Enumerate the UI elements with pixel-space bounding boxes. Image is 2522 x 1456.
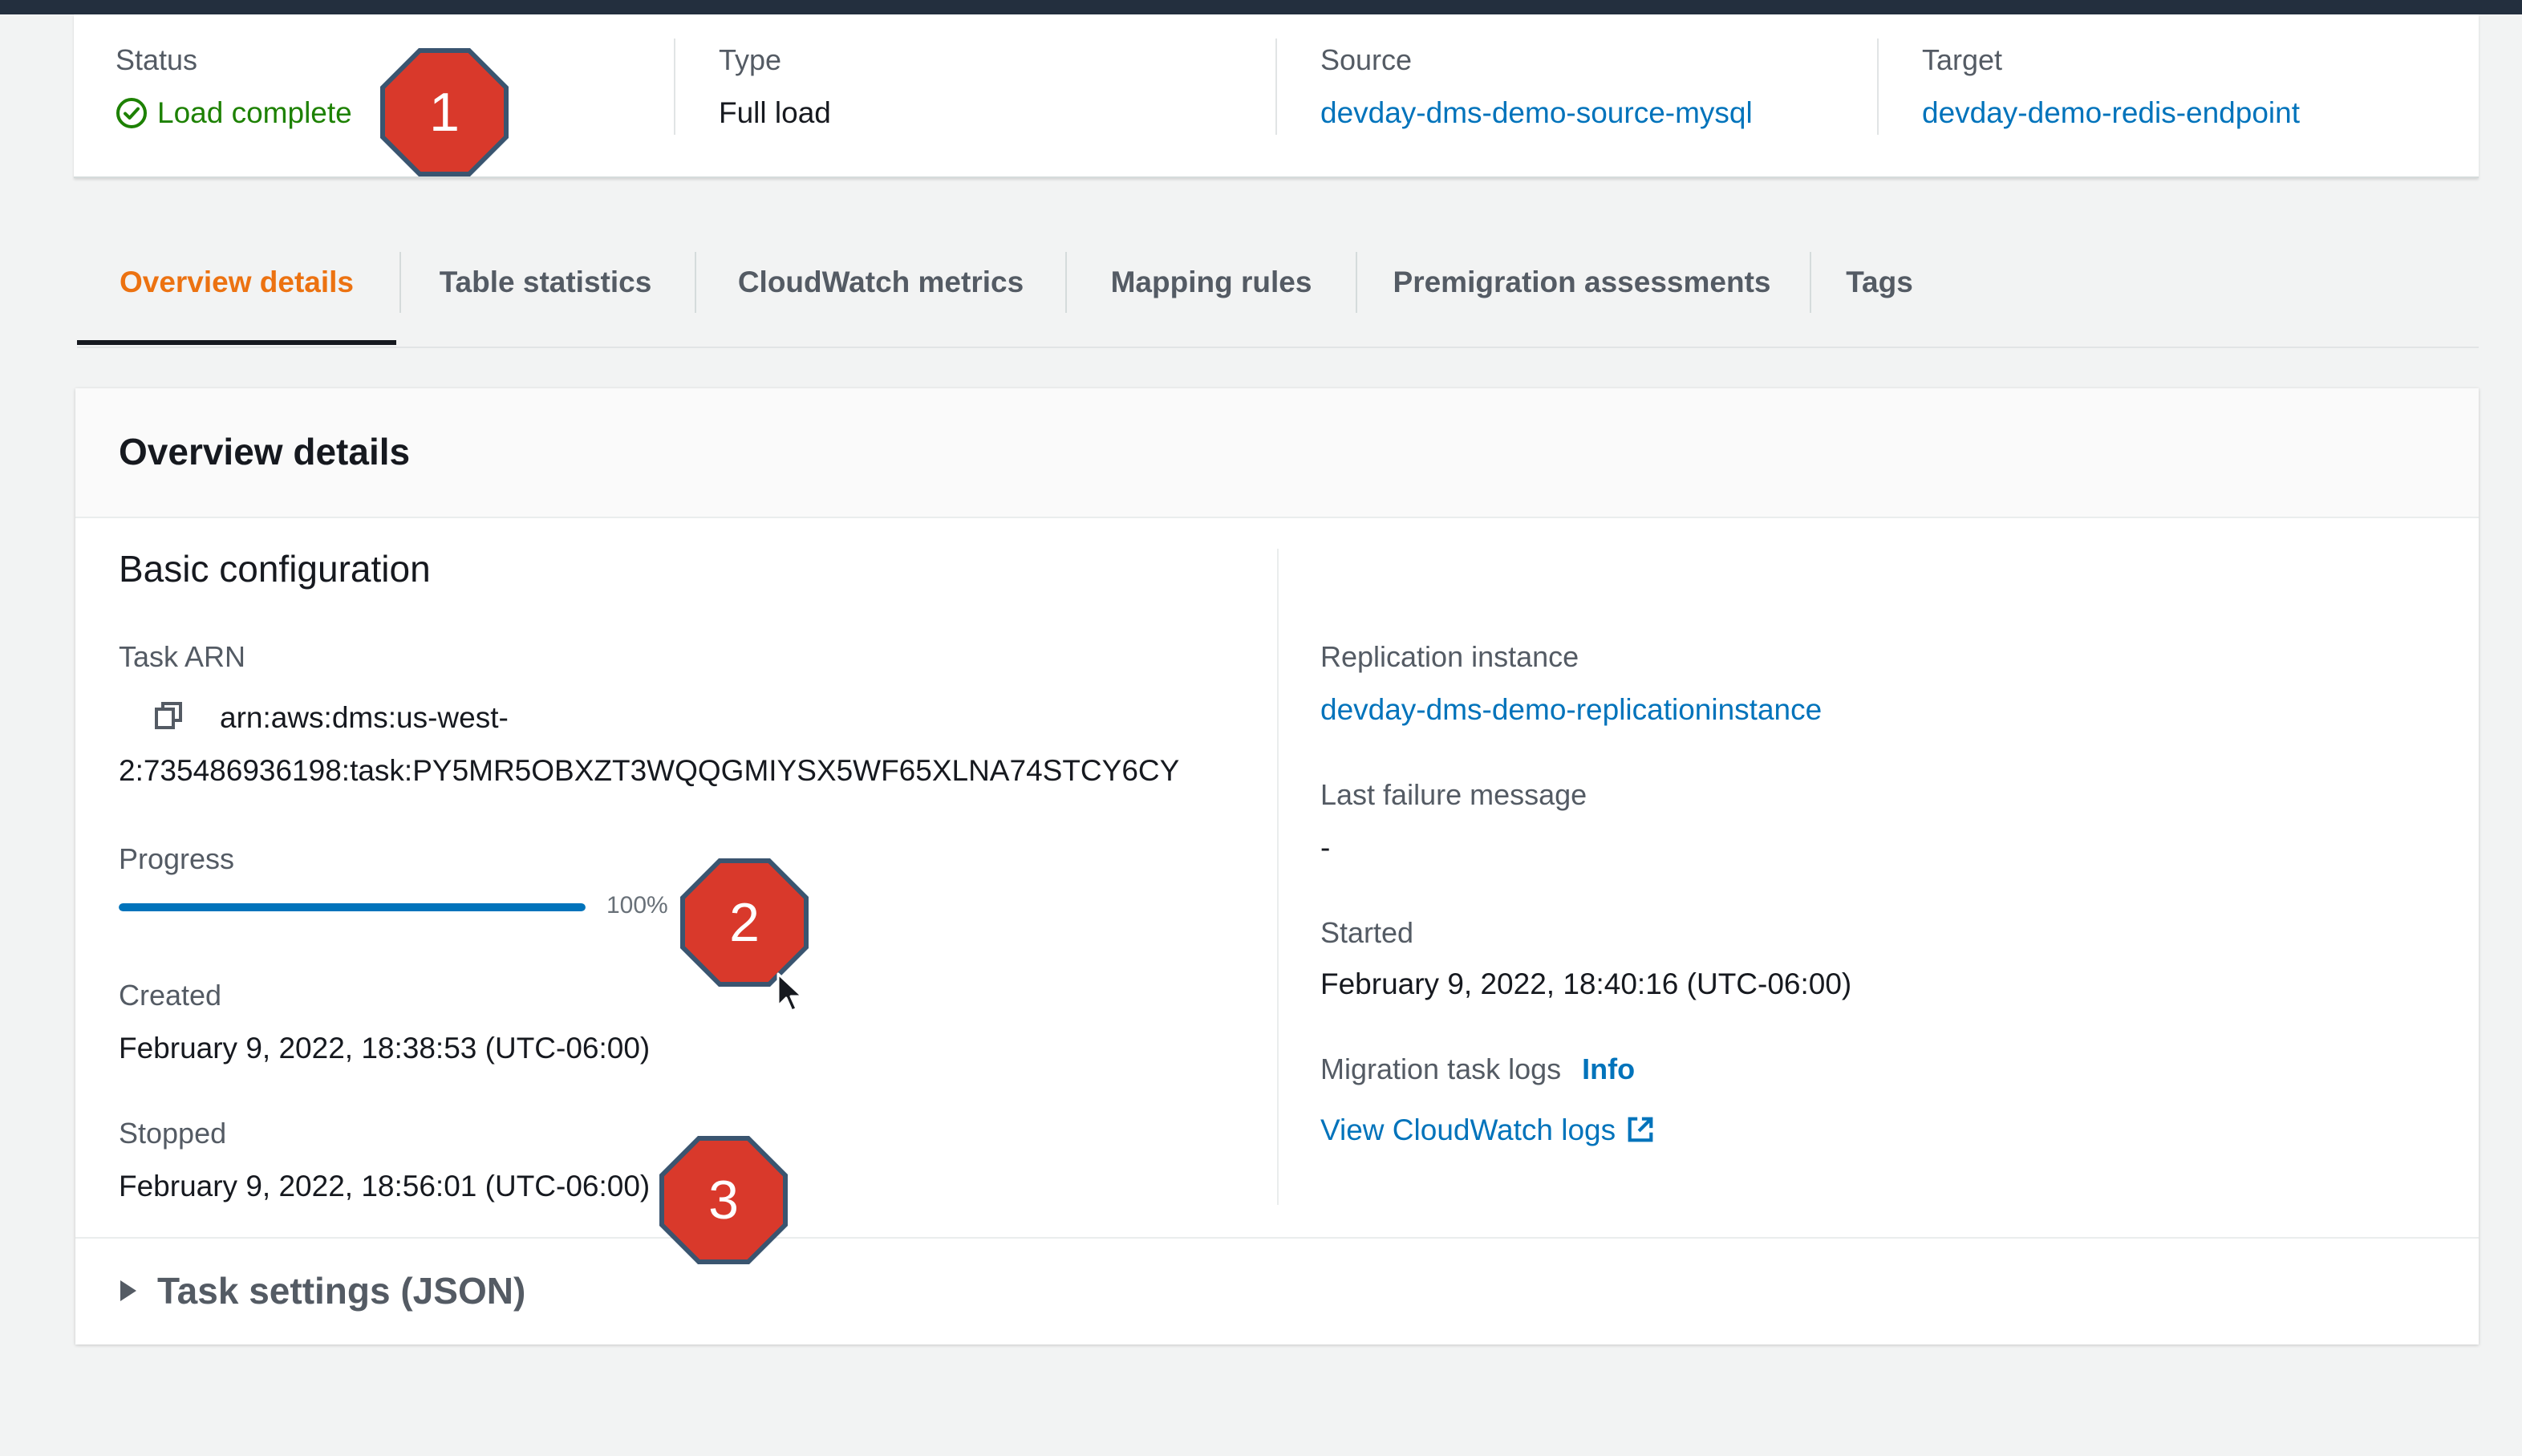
- external-link-icon: [1628, 1117, 1653, 1142]
- progress-percent: 100%: [606, 892, 668, 919]
- task-arn-line1: arn:aws:dms:us-west-: [220, 701, 509, 734]
- status-label: Status: [116, 43, 198, 76]
- column-divider: [1277, 549, 1279, 1205]
- progress-bar-fill: [119, 903, 586, 911]
- basic-configuration-heading: Basic configuration: [119, 548, 431, 590]
- started-value: February 9, 2022, 18:40:16 (UTC-06:00): [1320, 967, 1852, 1000]
- info-link[interactable]: Info: [1582, 1052, 1635, 1085]
- view-cloudwatch-logs-link[interactable]: View CloudWatch logs: [1320, 1113, 1656, 1147]
- source-label: Source: [1320, 43, 1413, 76]
- type-value: Full load: [719, 96, 831, 129]
- overview-panel: Overview details Basic configuration Tas…: [75, 388, 2479, 1344]
- callout-number: 3: [708, 1170, 739, 1231]
- task-settings-expander[interactable]: Task settings (JSON): [75, 1237, 2479, 1346]
- task-arn-label: Task ARN: [119, 640, 246, 673]
- divider: [1877, 39, 1879, 135]
- progress-label: Progress: [119, 842, 235, 875]
- created-label: Created: [119, 979, 222, 1012]
- caret-right-icon: [120, 1280, 136, 1301]
- divider: [674, 39, 675, 135]
- target-link[interactable]: devday-demo-redis-endpoint: [1922, 96, 2300, 130]
- tab-bar: Overview details Table statistics CloudW…: [77, 241, 2479, 348]
- progress-bar: [119, 903, 586, 911]
- last-failure-label: Last failure message: [1320, 778, 1587, 811]
- callout-badge: 2: [680, 858, 809, 987]
- last-failure-value: -: [1320, 831, 1331, 864]
- mouse-pointer-icon: [776, 972, 804, 1012]
- tab-tags[interactable]: Tags: [1811, 241, 1948, 345]
- replication-instance-label: Replication instance: [1320, 640, 1579, 673]
- copy-icon[interactable]: [152, 700, 184, 732]
- callout-number: 2: [729, 892, 760, 953]
- tab-premigration-assessments[interactable]: Premigration assessments: [1357, 241, 1806, 345]
- tab-cloudwatch-metrics[interactable]: CloudWatch metrics: [696, 241, 1065, 345]
- callout-badge: 3: [659, 1136, 788, 1264]
- tab-table-statistics[interactable]: Table statistics: [401, 241, 690, 345]
- stopped-label: Stopped: [119, 1117, 227, 1150]
- migration-task-logs-label: Migration task logs: [1320, 1052, 1562, 1085]
- status-text: Load complete: [157, 96, 352, 129]
- task-settings-label: Task settings (JSON): [157, 1270, 526, 1312]
- target-label: Target: [1922, 43, 2003, 76]
- replication-instance-link[interactable]: devday-dms-demo-replicationinstance: [1320, 693, 1822, 727]
- check-circle-icon: [116, 98, 147, 128]
- panel-title: Overview details: [119, 431, 411, 472]
- divider: [1275, 39, 1277, 135]
- task-arn-line2: 2:735486936198:task:PY5MR5OBXZT3WQQGMIYS…: [119, 754, 1180, 787]
- created-value: February 9, 2022, 18:38:53 (UTC-06:00): [119, 1032, 651, 1065]
- callout-badge: 1: [380, 48, 509, 176]
- status-value: Load complete: [116, 96, 352, 130]
- top-nav-bar: [0, 0, 2522, 14]
- tab-overview-details[interactable]: Overview details: [77, 241, 396, 345]
- started-label: Started: [1320, 916, 1414, 949]
- stopped-value: February 9, 2022, 18:56:01 (UTC-06:00): [119, 1170, 651, 1203]
- view-cloudwatch-logs-text: View CloudWatch logs: [1320, 1113, 1616, 1146]
- callout-number: 1: [429, 82, 460, 143]
- migration-task-logs-row: Migration task logs Info: [1320, 1052, 1635, 1086]
- panel-header: Overview details: [75, 388, 2479, 518]
- type-label: Type: [719, 43, 782, 76]
- source-link[interactable]: devday-dms-demo-source-mysql: [1320, 96, 1753, 130]
- tab-mapping-rules[interactable]: Mapping rules: [1067, 241, 1356, 345]
